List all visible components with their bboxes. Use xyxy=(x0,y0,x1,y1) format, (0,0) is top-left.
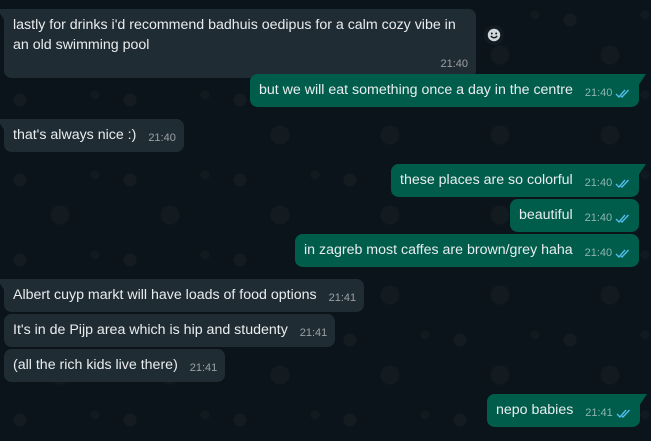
message-text: that's always nice :) xyxy=(13,127,137,143)
message-incoming[interactable]: lastly for drinks i'd recommend badhuis … xyxy=(0,9,476,78)
message-outgoing[interactable]: but we will eat something once a day in … xyxy=(250,74,647,107)
message-time: 21:40 xyxy=(584,177,613,189)
message-meta: 21:40 xyxy=(21,54,468,74)
message-incoming[interactable]: that's always nice :) 21:40 xyxy=(0,119,184,152)
message-text: nepo babies xyxy=(496,402,574,418)
message-meta: 21:40 xyxy=(585,83,632,103)
message-meta: 21:40 xyxy=(585,243,632,263)
message-incoming[interactable]: Albert cuyp markt will have loads of foo… xyxy=(0,279,365,312)
emoji-smile-icon xyxy=(487,28,501,42)
message-meta: 21:41 xyxy=(300,323,328,343)
message-meta: 21:40 xyxy=(585,208,632,228)
reaction-button[interactable] xyxy=(484,25,504,45)
message-incoming[interactable]: It's in de Pijp area which is hip and st… xyxy=(4,314,336,347)
double-check-icon xyxy=(615,179,630,188)
message-time: 21:40 xyxy=(584,87,613,99)
message-text: but we will eat something once a day in … xyxy=(259,82,573,98)
message-text: Albert cuyp markt will have loads of foo… xyxy=(13,287,317,303)
message-text: (all the rich kids live there) xyxy=(13,357,178,373)
double-check-icon xyxy=(615,89,630,98)
message-meta: 21:40 xyxy=(148,128,176,148)
message-outgoing[interactable]: nepo babies 21:41 xyxy=(487,394,647,427)
message-outgoing[interactable]: beautiful 21:40 xyxy=(510,199,640,232)
message-time: 21:40 xyxy=(148,132,176,144)
message-incoming[interactable]: (all the rich kids live there) 21:41 xyxy=(4,349,226,382)
message-meta: 21:41 xyxy=(190,358,218,378)
message-text: It's in de Pijp area which is hip and st… xyxy=(13,322,288,338)
double-check-icon xyxy=(615,249,630,258)
message-meta: 21:41 xyxy=(585,403,632,423)
double-check-icon xyxy=(615,214,630,223)
message-time: 21:40 xyxy=(440,58,468,70)
message-text: lastly for drinks i'd recommend badhuis … xyxy=(13,17,456,53)
message-text: beautiful xyxy=(519,207,573,223)
message-time: 21:41 xyxy=(299,327,328,339)
message-text: in zagreb most caffes are brown/grey hah… xyxy=(304,242,573,258)
message-time: 21:40 xyxy=(584,247,613,259)
double-check-icon xyxy=(616,409,630,418)
message-text: these places are so colorful xyxy=(400,172,573,188)
message-time: 21:41 xyxy=(585,407,613,419)
message-meta: 21:41 xyxy=(329,288,357,308)
message-time: 21:41 xyxy=(328,292,357,304)
message-time: 21:41 xyxy=(189,362,218,374)
message-outgoing[interactable]: these places are so colorful 21:40 xyxy=(391,164,647,197)
message-meta: 21:40 xyxy=(585,173,632,193)
message-time: 21:40 xyxy=(584,212,613,224)
message-outgoing[interactable]: in zagreb most caffes are brown/grey hah… xyxy=(295,234,640,267)
